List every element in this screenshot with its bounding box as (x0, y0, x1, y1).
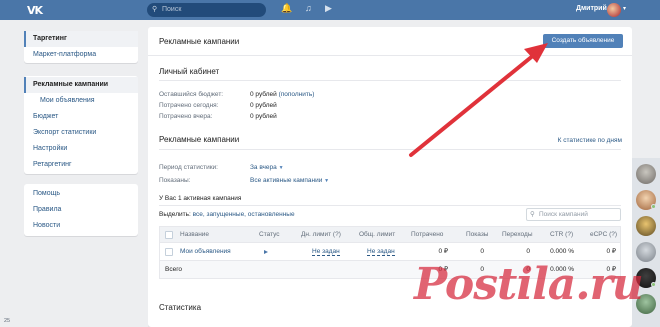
col-total-limit[interactable]: Общ. лимит (359, 227, 395, 243)
leftnav-item-rules[interactable]: Правила (24, 202, 138, 218)
budget-row: Оставшийся бюджет: 0 рублей (пополнить) (159, 91, 314, 98)
period-value: За вчера (250, 164, 277, 171)
col-ecpc[interactable]: eCPC (?) (590, 227, 617, 243)
spent-yesterday-row: Потрачено вчера: 0 рублей (159, 113, 277, 120)
chevron-down-icon: ▼ (324, 178, 330, 184)
shown-value: Все активные кампании (250, 177, 323, 184)
spent-today-row: Потрачено сегодня: 0 рублей (159, 102, 277, 109)
friend-avatar[interactable] (636, 164, 656, 184)
select-all-checkbox[interactable] (165, 231, 173, 239)
leftnav-item-retargeting[interactable]: Ретаргетинг (24, 157, 138, 173)
filter-label: Выделить: (159, 211, 191, 218)
search-icon: ⚲ (530, 211, 535, 218)
col-status[interactable]: Статус (259, 227, 280, 243)
main-topbar: Рекламные кампании Создать объявление (148, 27, 632, 56)
table-header: Название Статус Дн. лимит (?) Общ. лимит… (160, 227, 620, 243)
filter-links[interactable]: все, запущенные, остановленные (193, 211, 295, 218)
spent-yesterday-label: Потрачено вчера: (159, 113, 213, 120)
create-ad-button[interactable]: Создать объявление (543, 34, 623, 48)
col-day-limit[interactable]: Дн. лимит (?) (301, 227, 341, 243)
music-note-icon[interactable]: ♫ (305, 3, 312, 13)
leftnav-item-export-stats[interactable]: Экспорт статистики (24, 125, 138, 141)
col-views[interactable]: Показы (466, 227, 488, 243)
global-search-input[interactable]: ⚲ Поиск (147, 3, 266, 17)
campaign-search-placeholder: Поиск кампаний (539, 211, 588, 218)
budget-value: 0 рублей (250, 91, 277, 98)
total-label: Всего (165, 266, 183, 273)
page-title: Рекламные кампании (159, 37, 240, 46)
leftnav-item-budget[interactable]: Бюджет (24, 109, 138, 125)
online-indicator-icon (651, 204, 656, 209)
spent-yesterday-value: 0 рублей (250, 113, 277, 120)
campaign-count-note: У Вас 1 активная кампания (159, 195, 242, 202)
shown-label: Показаны: (159, 177, 191, 184)
shown-row: Показаны: Все активные кампании ▼ (159, 177, 329, 184)
leftnav-group-help: Помощь Правила Новости (24, 184, 138, 236)
leftnav-group-ads: Рекламные кампании Мои объявления Бюджет… (24, 76, 138, 174)
search-icon: ⚲ (152, 6, 158, 13)
chevron-down-icon: ▼ (278, 165, 284, 171)
divider (159, 149, 621, 150)
row-checkbox[interactable] (165, 248, 173, 256)
play-icon[interactable]: ▶ (325, 3, 332, 14)
campaigns-heading: Рекламные кампании (159, 135, 240, 144)
col-ctr[interactable]: CTR (?) (550, 227, 573, 243)
leftnav-item-targeting[interactable]: Таргетинг (24, 31, 138, 47)
budget-label: Оставшийся бюджет: (159, 91, 224, 98)
leftnav-item-my-ads[interactable]: Мои объявления (24, 93, 138, 109)
leftnav-item-news[interactable]: Новости (24, 218, 138, 234)
play-status-icon[interactable] (264, 250, 268, 254)
daily-stats-link[interactable]: К статистике по дням (558, 137, 622, 144)
campaign-name-link[interactable]: Мои объявления (180, 243, 231, 261)
total-limit-cell[interactable]: Не задан (367, 244, 395, 260)
cabinet-heading: Личный кабинет (159, 67, 220, 76)
col-spent[interactable]: Потрачено (411, 227, 443, 243)
top-header: VK ⚲ Поиск 🔔 ♫ ▶ Дмитрий ▾ (0, 0, 660, 20)
leftnav-group-main: Таргетинг Маркет-платформа (24, 31, 138, 63)
divider (159, 80, 621, 81)
filter-line: Выделить: все, запущенные, остановленные (159, 211, 295, 218)
spent-today-label: Потрачено сегодня: (159, 102, 219, 109)
leftnav-item-help[interactable]: Помощь (24, 186, 138, 202)
period-select[interactable]: За вчера ▼ (250, 164, 284, 171)
top-up-link[interactable]: (пополнить) (279, 91, 315, 98)
day-limit-value[interactable]: Не задан (312, 248, 340, 256)
chevron-down-icon[interactable]: ▾ (623, 5, 626, 12)
col-name[interactable]: Название (180, 227, 209, 243)
leftnav-item-campaigns[interactable]: Рекламные кампании (24, 77, 138, 93)
spent-today-value: 0 рублей (250, 102, 277, 109)
shown-select[interactable]: Все активные кампании ▼ (250, 177, 329, 184)
leftnav-item-market-platform[interactable]: Маркет-платформа (24, 47, 138, 63)
global-search-placeholder: Поиск (162, 6, 182, 13)
budget-value-wrap: 0 рублей (пополнить) (250, 91, 314, 98)
divider (159, 205, 621, 206)
campaign-search-input[interactable]: ⚲ Поиск кампаний (526, 208, 621, 221)
day-limit-cell[interactable]: Не задан (312, 244, 340, 260)
vk-logo[interactable]: VK (27, 4, 43, 17)
leftnav-item-settings[interactable]: Настройки (24, 141, 138, 157)
period-row: Период статистики: За вчера ▼ (159, 164, 284, 171)
user-name[interactable]: Дмитрий (576, 5, 607, 12)
notifications-bell-icon[interactable]: 🔔 (281, 3, 292, 14)
watermark-logo: Postila.ru (414, 259, 644, 310)
statistics-heading: Статистика (159, 303, 202, 312)
friend-avatar[interactable] (636, 216, 656, 236)
online-count[interactable]: 25 (4, 318, 10, 324)
user-avatar[interactable] (607, 3, 621, 17)
total-limit-value[interactable]: Не задан (367, 248, 395, 256)
online-indicator-icon (651, 282, 656, 287)
period-label: Период статистики: (159, 164, 218, 171)
col-clicks[interactable]: Переходы (502, 227, 533, 243)
